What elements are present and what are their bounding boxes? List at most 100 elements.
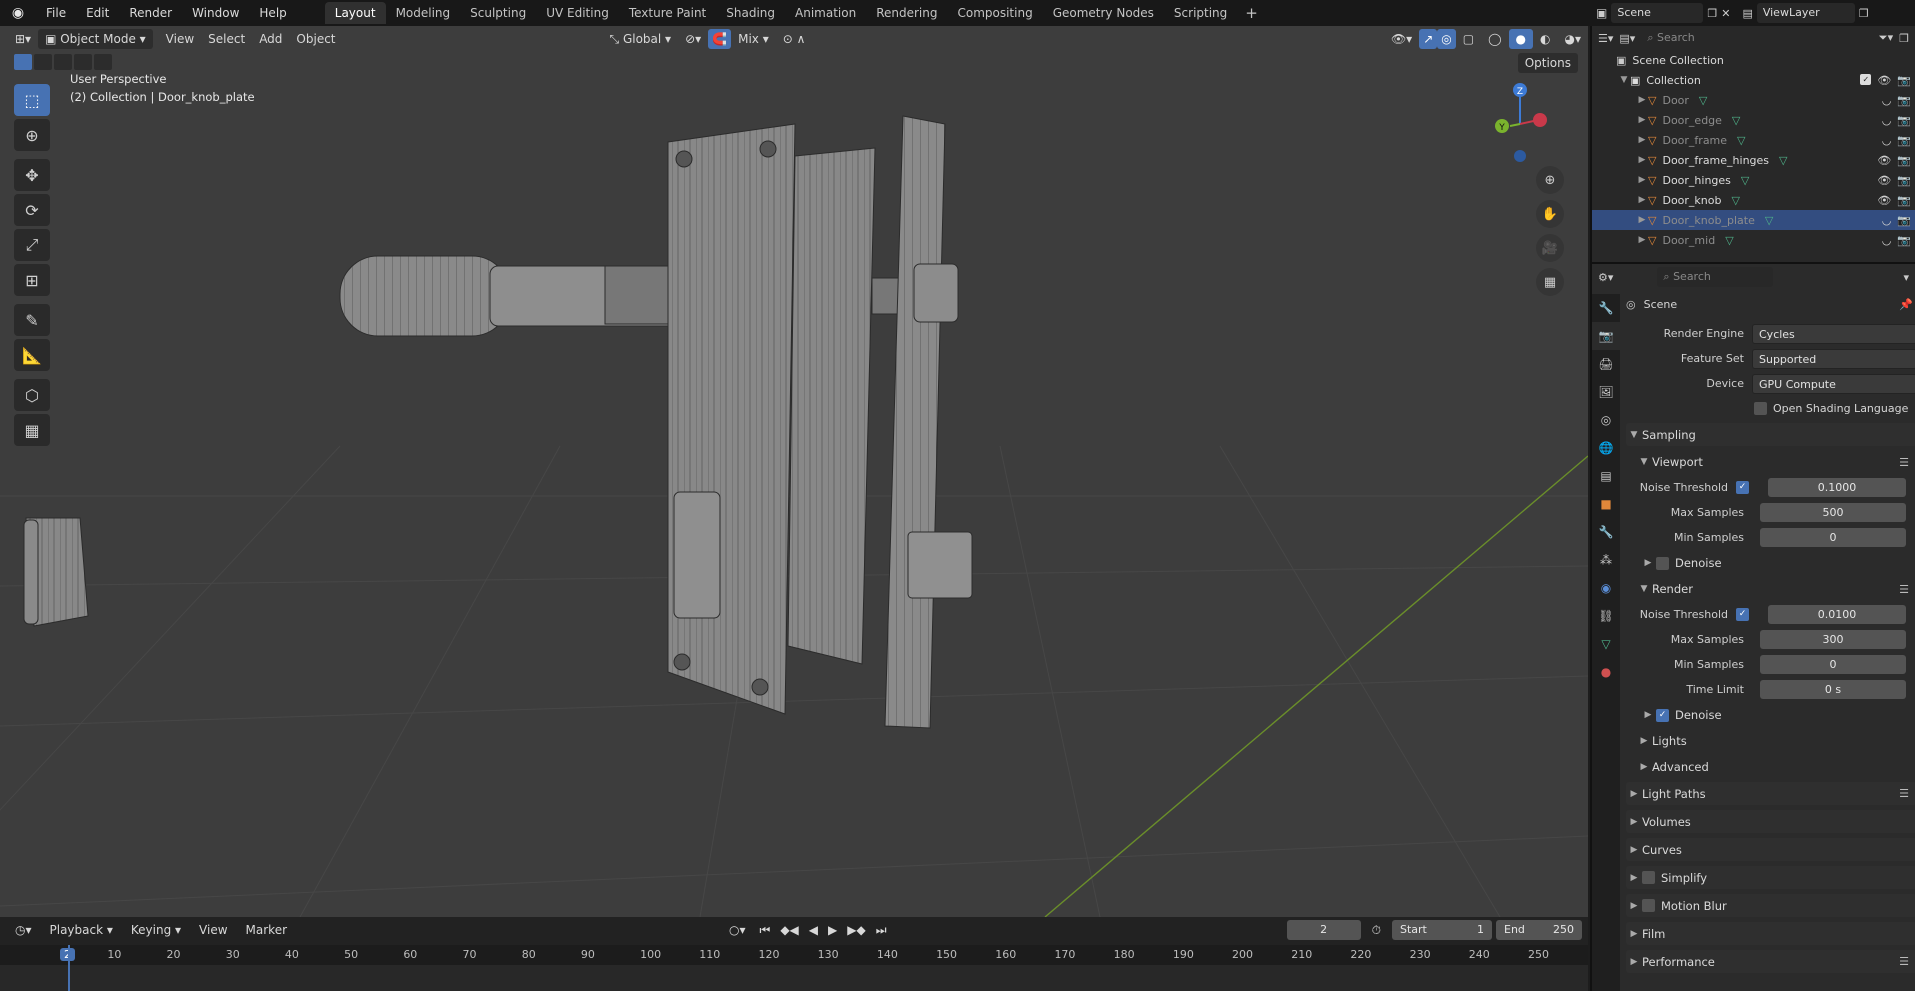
outliner-object-row[interactable]: ▶ ▽ Door_hinges ▽ 👁 📷 xyxy=(1592,170,1915,190)
r-max-field[interactable]: 300 xyxy=(1760,630,1906,649)
new-collection-icon[interactable]: ❐ xyxy=(1899,32,1909,45)
jump-end-icon[interactable]: ⏭ xyxy=(873,920,890,940)
wireframe-shading-icon[interactable]: ◯ xyxy=(1481,29,1508,49)
pin-icon[interactable]: 📌 xyxy=(1899,298,1913,311)
door-lock-mesh[interactable] xyxy=(871,115,973,729)
jump-start-icon[interactable]: ⏮ xyxy=(757,920,774,940)
x-axis-icon[interactable] xyxy=(1533,113,1547,127)
simplify-checkbox[interactable] xyxy=(1642,871,1655,884)
camera-icon[interactable]: 📷 xyxy=(1897,174,1911,187)
scene-selector[interactable]: Scene xyxy=(1611,3,1704,23)
menu-window[interactable]: Window xyxy=(182,0,249,26)
options-dropdown[interactable]: Options xyxy=(1517,53,1578,73)
add-cube-icon[interactable]: ⬡ xyxy=(14,379,50,411)
chevron-right-icon[interactable]: ▶ xyxy=(1636,155,1648,165)
menu-file[interactable]: File xyxy=(36,0,76,26)
menu-view[interactable]: View xyxy=(159,29,201,49)
r-time-field[interactable]: 0 s xyxy=(1760,680,1906,699)
vp-denoise-checkbox[interactable] xyxy=(1656,556,1669,570)
select-subtract-icon[interactable] xyxy=(54,54,72,70)
filter-icon[interactable]: ⏷▾ xyxy=(1879,31,1893,45)
render-engine-dropdown[interactable]: Cycles xyxy=(1752,323,1915,344)
chevron-down-icon[interactable]: ▼ xyxy=(1618,75,1630,85)
select-difference-icon[interactable] xyxy=(74,54,92,70)
vp-noise-field[interactable]: 0.1000 xyxy=(1768,478,1906,497)
chevron-right-icon[interactable]: ▶ xyxy=(1636,95,1648,105)
vp-denoise-subpanel[interactable]: ▶ Denoise xyxy=(1626,552,1915,574)
move-icon[interactable]: ✥ xyxy=(14,159,50,191)
outliner-object-row[interactable]: ▶ ▽ Door_frame_hinges ▽ 👁 📷 xyxy=(1592,150,1915,170)
menu-select[interactable]: Select xyxy=(201,29,252,49)
vp-max-field[interactable]: 500 xyxy=(1760,503,1906,522)
3d-viewport[interactable]: ⊞▾ ▣ Object Mode ▾ View Select Add Objec… xyxy=(0,26,1588,917)
tab-scripting[interactable]: Scripting xyxy=(1164,2,1237,24)
camera-icon[interactable]: 📷 xyxy=(1897,154,1911,167)
camera-view-icon[interactable]: 🎥 xyxy=(1536,234,1564,262)
performance-panel[interactable]: ▶ Performance ☰ xyxy=(1626,950,1915,973)
eye-closed-icon[interactable]: ◡ xyxy=(1882,234,1892,247)
solid-shading-icon[interactable]: ● xyxy=(1508,29,1534,49)
scene-icon[interactable]: ▣ xyxy=(1596,6,1607,20)
lights-subpanel[interactable]: ▶ Lights xyxy=(1626,730,1915,752)
tool-tab-icon[interactable]: 🔧 xyxy=(1592,294,1620,322)
outliner-object-row[interactable]: ▶ ▽ Door_knob ▽ 👁 📷 xyxy=(1592,190,1915,210)
outliner-object-row[interactable]: ▶ ▽ Door_edge ▽ ◡ 📷 xyxy=(1592,110,1915,130)
perspective-grid-icon[interactable]: ▦ xyxy=(1536,268,1564,296)
camera-icon[interactable]: 📷 xyxy=(1897,74,1911,87)
menu-object[interactable]: Object xyxy=(289,29,342,49)
film-panel[interactable]: ▶ Film xyxy=(1626,922,1915,945)
display-mode-icon[interactable]: ▤▾ xyxy=(1619,32,1635,45)
tab-shading[interactable]: Shading xyxy=(716,2,785,24)
constraints-tab-icon[interactable]: ⛓ xyxy=(1592,602,1620,630)
tab-texture-paint[interactable]: Texture Paint xyxy=(619,2,716,24)
vp-min-field[interactable]: 0 xyxy=(1760,528,1906,547)
jump-next-key-icon[interactable]: ▶◆ xyxy=(844,920,868,940)
outliner-object-row[interactable]: ▶ ▽ Door ▽ ◡ 📷 xyxy=(1592,90,1915,110)
presets-list-icon[interactable]: ☰ xyxy=(1899,787,1909,800)
play-reverse-icon[interactable]: ◀ xyxy=(806,920,821,940)
menu-timeline-view[interactable]: View xyxy=(192,920,234,940)
motion-blur-checkbox[interactable] xyxy=(1642,899,1655,912)
tab-uv-editing[interactable]: UV Editing xyxy=(536,2,619,24)
add-workspace-button[interactable]: + xyxy=(1237,4,1266,22)
eye-icon[interactable]: 👁 xyxy=(1877,194,1891,207)
r-denoise-checkbox[interactable]: ✓ xyxy=(1656,708,1669,722)
select-extend-icon[interactable] xyxy=(34,54,52,70)
zoom-icon[interactable]: ⊕ xyxy=(1536,166,1564,194)
collection-row[interactable]: ▼ ▣ Collection ✓ 👁 📷 xyxy=(1592,70,1915,90)
timeline-track[interactable] xyxy=(0,965,1588,991)
advanced-subpanel[interactable]: ▶ Advanced xyxy=(1626,756,1915,778)
world-tab-icon[interactable]: 🌐 xyxy=(1592,434,1620,462)
presets-list-icon[interactable]: ☰ xyxy=(1899,456,1909,469)
chevron-right-icon[interactable]: ▶ xyxy=(1636,195,1648,205)
r-noise-field[interactable]: 0.0100 xyxy=(1768,605,1906,624)
eye-icon[interactable]: 👁 xyxy=(1877,154,1891,167)
eye-closed-icon[interactable]: ◡ xyxy=(1882,114,1892,127)
tab-sculpting[interactable]: Sculpting xyxy=(460,2,536,24)
presets-list-icon[interactable]: ☰ xyxy=(1899,955,1909,968)
door-mid-mesh[interactable] xyxy=(787,147,876,665)
annotate-icon[interactable]: ✎ xyxy=(14,304,50,336)
curves-panel[interactable]: ▶ Curves xyxy=(1626,838,1915,861)
new-view-layer-icon[interactable]: ❐ xyxy=(1859,7,1869,20)
render-tab-icon[interactable]: 📷 xyxy=(1592,322,1620,350)
playhead[interactable] xyxy=(68,945,70,991)
view-layer-selector[interactable]: ViewLayer xyxy=(1756,3,1855,23)
tab-rendering[interactable]: Rendering xyxy=(866,2,947,24)
particles-tab-icon[interactable]: ⁂ xyxy=(1592,546,1620,574)
view-layer-icon[interactable]: ▤ xyxy=(1742,7,1752,20)
chevron-right-icon[interactable]: ▶ xyxy=(1636,215,1648,225)
overlay-toggle-icon[interactable]: ◎ xyxy=(1437,29,1456,49)
scene-collection-row[interactable]: ▣ Scene Collection xyxy=(1592,50,1915,70)
camera-icon[interactable]: 📷 xyxy=(1897,234,1911,247)
camera-icon[interactable]: 📷 xyxy=(1897,94,1911,107)
chevron-down-icon[interactable]: ▾ xyxy=(1903,271,1909,284)
camera-icon[interactable]: 📷 xyxy=(1897,114,1911,127)
new-scene-icon[interactable]: ❐ xyxy=(1707,7,1717,20)
device-dropdown[interactable]: GPU Compute xyxy=(1752,373,1915,394)
camera-icon[interactable]: 📷 xyxy=(1897,214,1911,227)
eye-closed-icon[interactable]: ◡ xyxy=(1882,134,1892,147)
timeline-ruler[interactable]: 210 20 30 40 50 60 70 80 90 100 110 120 130 140 150 160… xyxy=(0,945,1588,965)
eye-closed-icon[interactable]: ◡ xyxy=(1882,94,1892,107)
tab-geometry-nodes[interactable]: Geometry Nodes xyxy=(1043,2,1164,24)
